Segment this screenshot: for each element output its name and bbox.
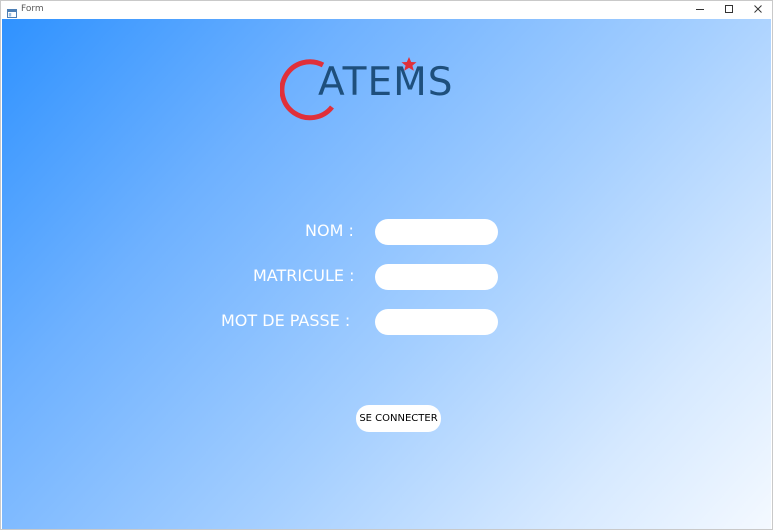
login-panel: ATEMS NOM : MATRICULE : MOT DE PASSE : S… — [2, 19, 771, 529]
close-icon — [753, 1, 763, 19]
connect-button[interactable]: SE CONNECTER — [356, 405, 441, 432]
atems-logo: ATEMS — [280, 51, 462, 121]
form-app-icon — [7, 5, 17, 18]
form-window: Form ATEMS NOM: MATRICULE: MOT DE PASS… — [0, 0, 773, 530]
window-title: Form — [21, 4, 44, 14]
password-label: MOT DE PASSE : — [221, 311, 351, 330]
minimize-button[interactable] — [685, 1, 715, 19]
maximize-button[interactable] — [714, 1, 744, 19]
nom-label: NOM : — [305, 221, 354, 240]
maximize-icon — [724, 1, 734, 19]
minimize-icon — [695, 1, 705, 19]
title-bar[interactable]: Form — [1, 1, 772, 19]
matricule-field[interactable] — [375, 264, 498, 290]
matricule-label: MATRICULE : — [253, 266, 355, 285]
nom-field[interactable] — [375, 219, 498, 245]
logo-text: ATEMS — [318, 60, 454, 105]
password-field[interactable] — [375, 309, 498, 335]
close-button[interactable] — [743, 1, 773, 19]
